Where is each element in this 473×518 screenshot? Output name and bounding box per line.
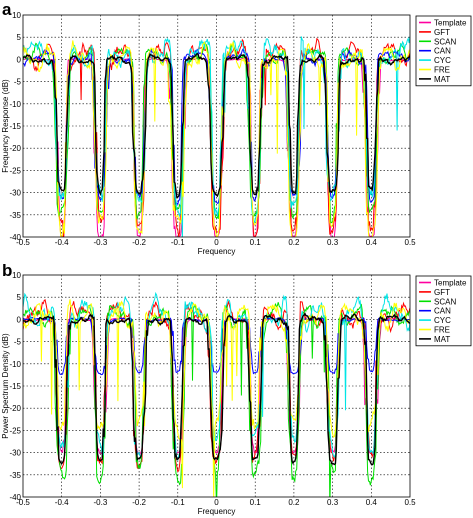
legend-entry: GFT <box>434 28 450 37</box>
y-tick-label: 0 <box>17 55 22 64</box>
legend-entry: MAT <box>434 335 450 344</box>
legend-entry: Template <box>434 279 467 288</box>
legend-entry: FRE <box>434 326 450 335</box>
legend-entry: CAN <box>434 307 451 316</box>
legend: TemplateGFTSCANCANCYCFREMAT <box>415 15 472 87</box>
x-tick-label: 0.5 <box>404 238 416 247</box>
figure: a-0.5 -0.4 -0.3 -0.2 -0.1 0 0.1 0.2 0.3 0.4 0.5105… <box>1 0 472 516</box>
y-tick-label: -15 <box>9 382 21 391</box>
x-tick-label: 0.5 <box>404 498 416 507</box>
x-axis-label: Frequency <box>198 507 236 516</box>
x-tick-label: -0.1 <box>171 498 185 507</box>
panel-letter: a <box>2 0 12 19</box>
legend-entry: GFT <box>434 288 450 297</box>
x-tick-label: -0.3 <box>94 238 108 247</box>
x-tick-label: 0.3 <box>327 238 339 247</box>
y-tick-label: -20 <box>9 144 21 153</box>
legend-entry: MAT <box>434 75 450 84</box>
x-tick-label: 0 <box>214 238 219 247</box>
y-tick-label: -40 <box>9 493 21 502</box>
panel-b: b-0.5 -0.4 -0.3 -0.2 -0.1 0 0.1 0.2 0.3 0.4 0.5105… <box>1 261 472 516</box>
x-tick-label: 0.2 <box>288 238 300 247</box>
y-tick-label: 10 <box>12 271 21 280</box>
legend-entry: CYC <box>434 56 451 65</box>
y-tick-label: -40 <box>9 233 21 242</box>
legend-entry: SCAN <box>434 297 456 306</box>
panel-a: a-0.5 -0.4 -0.3 -0.2 -0.1 0 0.1 0.2 0.3 0.4 0.5105… <box>1 0 472 256</box>
x-tick-label: 0.2 <box>288 498 300 507</box>
x-tick-label: -0.4 <box>55 238 69 247</box>
y-tick-label: -15 <box>9 122 21 131</box>
x-axis-label: Frequency <box>198 247 236 256</box>
x-tick-label: -0.1 <box>171 238 185 247</box>
y-tick-label: 10 <box>12 11 21 20</box>
x-tick-label: 0.4 <box>366 498 378 507</box>
legend-entry: SCAN <box>434 37 456 46</box>
legend-entry: Template <box>434 19 467 28</box>
x-tick-label: -0.4 <box>55 498 69 507</box>
x-tick-label: 0.4 <box>366 238 378 247</box>
y-tick-label: -25 <box>9 426 21 435</box>
x-tick-label: 0.1 <box>250 238 262 247</box>
y-axis-label: Frequency Response (dB) <box>1 79 10 173</box>
y-tick-label: -30 <box>9 189 21 198</box>
x-tick-label: 0 <box>214 498 219 507</box>
legend-entry: CYC <box>434 316 451 325</box>
y-tick-label: -35 <box>9 471 21 480</box>
y-tick-label: 0 <box>17 315 22 324</box>
legend: TemplateGFTSCANCANCYCFREMAT <box>415 275 472 347</box>
y-tick-label: -35 <box>9 211 21 220</box>
x-tick-label: -0.3 <box>94 498 108 507</box>
x-tick-label: 0.1 <box>250 498 262 507</box>
x-tick-label: 0.3 <box>327 498 339 507</box>
y-tick-label: -5 <box>14 338 22 347</box>
legend-entry: FRE <box>434 66 450 75</box>
y-tick-label: 5 <box>17 33 22 42</box>
panel-letter: b <box>2 261 12 280</box>
y-tick-label: -30 <box>9 449 21 458</box>
y-tick-label: -20 <box>9 404 21 413</box>
y-tick-label: -10 <box>9 100 21 109</box>
y-tick-label: -10 <box>9 360 21 369</box>
y-axis-label: Power Spectrum Density (dB) <box>1 333 10 439</box>
y-tick-label: -5 <box>14 78 22 87</box>
y-tick-label: -25 <box>9 166 21 175</box>
x-tick-label: -0.2 <box>132 238 146 247</box>
y-tick-label: 5 <box>17 293 22 302</box>
legend-entry: CAN <box>434 47 451 56</box>
x-tick-label: -0.2 <box>132 498 146 507</box>
